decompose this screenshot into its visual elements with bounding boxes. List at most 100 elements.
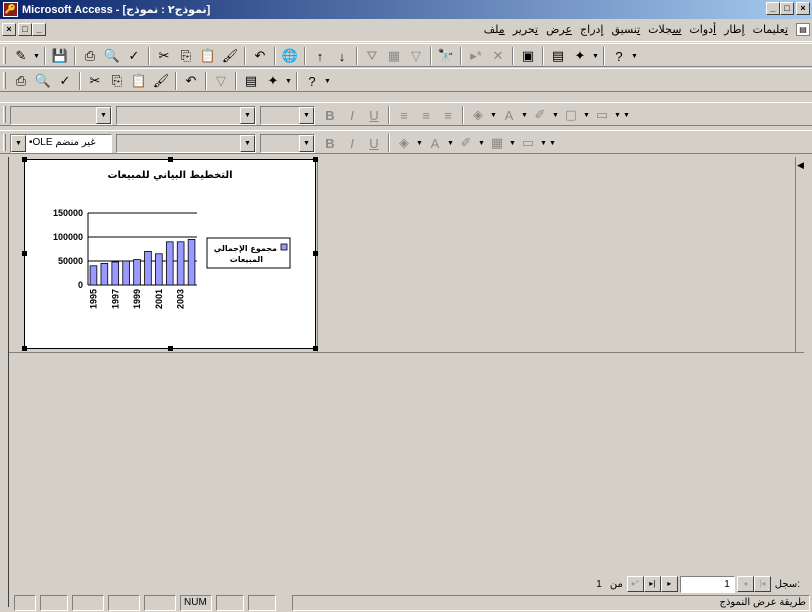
chevron-down-icon[interactable]: ▼: [299, 134, 314, 152]
hyperlink-icon[interactable]: 🌐: [279, 46, 301, 66]
chevron-down-icon[interactable]: ▼: [299, 106, 314, 124]
database-window-icon[interactable]: ▤: [547, 46, 569, 66]
save-icon[interactable]: 💾: [49, 46, 71, 66]
undo-icon[interactable]: ↶: [249, 46, 271, 66]
last-record-button[interactable]: ▸|: [643, 576, 661, 592]
sort-ascending-icon[interactable]: ↑: [309, 46, 331, 66]
properties-icon[interactable]: ▣: [517, 46, 539, 66]
menu-view[interactable]: عرض: [542, 23, 576, 36]
spelling-icon[interactable]: ✓: [54, 71, 76, 91]
toolbar-grip[interactable]: [3, 134, 6, 151]
underline-icon[interactable]: U: [363, 105, 385, 125]
toolbar-options-icon[interactable]: ▼: [630, 46, 639, 66]
bold-icon[interactable]: B: [319, 105, 341, 125]
border-dropdown-icon[interactable]: ▼: [582, 105, 591, 125]
print-icon[interactable]: ⎙: [10, 71, 32, 91]
underline-icon[interactable]: U: [363, 133, 385, 153]
new-object-icon[interactable]: ✦: [262, 71, 284, 91]
object-combo[interactable]: ▼ غير منضم OLE•: [10, 133, 112, 153]
line-color-dropdown-icon[interactable]: ▼: [551, 105, 560, 125]
paste-icon[interactable]: 📋: [197, 46, 219, 66]
view-design-icon[interactable]: ✎: [10, 46, 32, 66]
menu-records[interactable]: سجلات: [644, 23, 685, 36]
sort-descending-icon[interactable]: ↓: [331, 46, 353, 66]
toolbar-grip[interactable]: [3, 106, 6, 123]
font-name-combo[interactable]: ▼: [116, 133, 256, 153]
help-icon[interactable]: ?: [608, 46, 630, 66]
doc-minimize-button[interactable]: _: [32, 23, 46, 36]
font-color-dropdown-icon[interactable]: ▼: [520, 105, 529, 125]
print-preview-icon[interactable]: 🔍: [101, 46, 123, 66]
apply-filter-icon[interactable]: ▽: [405, 46, 427, 66]
cut-icon[interactable]: ✂: [84, 71, 106, 91]
menu-help[interactable]: تعليمات: [749, 23, 792, 36]
resize-handle[interactable]: [168, 346, 173, 351]
chart-object[interactable]: التخطيط البياني للمبيعات 150000 100000 5000…: [22, 157, 318, 351]
undo-icon[interactable]: ↶: [180, 71, 202, 91]
format-painter-icon[interactable]: 🖌: [150, 71, 172, 91]
menu-file[interactable]: ملف: [480, 23, 509, 36]
copy-icon[interactable]: ⎘: [106, 71, 128, 91]
access-app-icon[interactable]: 🔑: [3, 2, 18, 17]
gridlines-icon[interactable]: ▦: [486, 133, 508, 153]
object-combo-disabled[interactable]: ▼: [10, 105, 112, 125]
delete-record-icon[interactable]: ✕: [487, 46, 509, 66]
new-object-icon[interactable]: ✦: [569, 46, 591, 66]
cut-icon[interactable]: ✂: [153, 46, 175, 66]
align-center-icon[interactable]: ≡: [415, 105, 437, 125]
border-icon[interactable]: ▢: [560, 105, 582, 125]
filter-by-form-icon[interactable]: ▦: [383, 46, 405, 66]
new-object-dropdown-icon[interactable]: ▼: [284, 71, 293, 91]
resize-handle[interactable]: [22, 346, 27, 351]
font-size-combo[interactable]: ▼: [260, 133, 315, 153]
toolbar-options-icon[interactable]: ▼: [323, 71, 332, 91]
new-record-button[interactable]: ▸*: [626, 576, 644, 592]
menu-insert[interactable]: إدراج: [576, 23, 607, 36]
filter-by-selection-icon[interactable]: ⛛: [361, 46, 383, 66]
fill-color-dropdown-icon[interactable]: ▼: [489, 105, 498, 125]
chevron-down-icon[interactable]: ▼: [240, 134, 255, 152]
format-painter-icon[interactable]: 🖌: [219, 46, 241, 66]
bold-icon[interactable]: B: [319, 133, 341, 153]
maximize-button[interactable]: □: [780, 2, 794, 15]
italic-icon[interactable]: I: [341, 133, 363, 153]
record-selector[interactable]: ◀: [795, 157, 804, 353]
italic-icon[interactable]: I: [341, 105, 363, 125]
line-color-dropdown-icon[interactable]: ▼: [477, 133, 486, 153]
font-color-dropdown-icon[interactable]: ▼: [446, 133, 455, 153]
filter-icon[interactable]: ▽: [210, 71, 232, 91]
align-right-icon[interactable]: ≡: [437, 105, 459, 125]
previous-record-button[interactable]: ◂: [736, 576, 754, 592]
line-width-dropdown-icon[interactable]: ▼: [613, 105, 622, 125]
resize-handle[interactable]: [313, 251, 318, 256]
toolbar-grip[interactable]: [3, 72, 6, 89]
toolbar-options-icon[interactable]: ▼: [622, 105, 631, 125]
menu-window[interactable]: إطار: [720, 23, 748, 36]
resize-handle[interactable]: [22, 251, 27, 256]
align-left-icon[interactable]: ≡: [393, 105, 415, 125]
new-object-dropdown-icon[interactable]: ▼: [591, 46, 600, 66]
fill-color-dropdown-icon[interactable]: ▼: [415, 133, 424, 153]
line-width-icon[interactable]: ▭: [591, 105, 613, 125]
paste-icon[interactable]: 📋: [128, 71, 150, 91]
line-width-icon[interactable]: ▭: [517, 133, 539, 153]
font-size-combo[interactable]: ▼: [260, 105, 315, 125]
form-icon[interactable]: ▤: [796, 23, 810, 36]
print-icon[interactable]: ⎙: [79, 46, 101, 66]
minimize-button[interactable]: _: [766, 2, 780, 15]
menu-edit[interactable]: تحرير: [509, 23, 542, 36]
help-icon[interactable]: ?: [301, 71, 323, 91]
chevron-down-icon[interactable]: ▼: [11, 134, 26, 152]
menu-format[interactable]: تنسيق: [607, 23, 644, 36]
doc-close-button[interactable]: ×: [2, 23, 16, 36]
toolbar-options-icon[interactable]: ▼: [548, 133, 557, 153]
gridlines-dropdown-icon[interactable]: ▼: [508, 133, 517, 153]
fill-color-icon[interactable]: ◈: [467, 105, 489, 125]
close-button[interactable]: ×: [796, 2, 810, 15]
resize-handle[interactable]: [313, 157, 318, 162]
view-dropdown-icon[interactable]: ▼: [32, 46, 41, 66]
toolbar-grip[interactable]: [3, 47, 6, 64]
chevron-down-icon[interactable]: ▼: [96, 106, 111, 124]
menu-tools[interactable]: أدوات: [685, 23, 720, 36]
doc-maximize-button[interactable]: □: [18, 23, 32, 36]
